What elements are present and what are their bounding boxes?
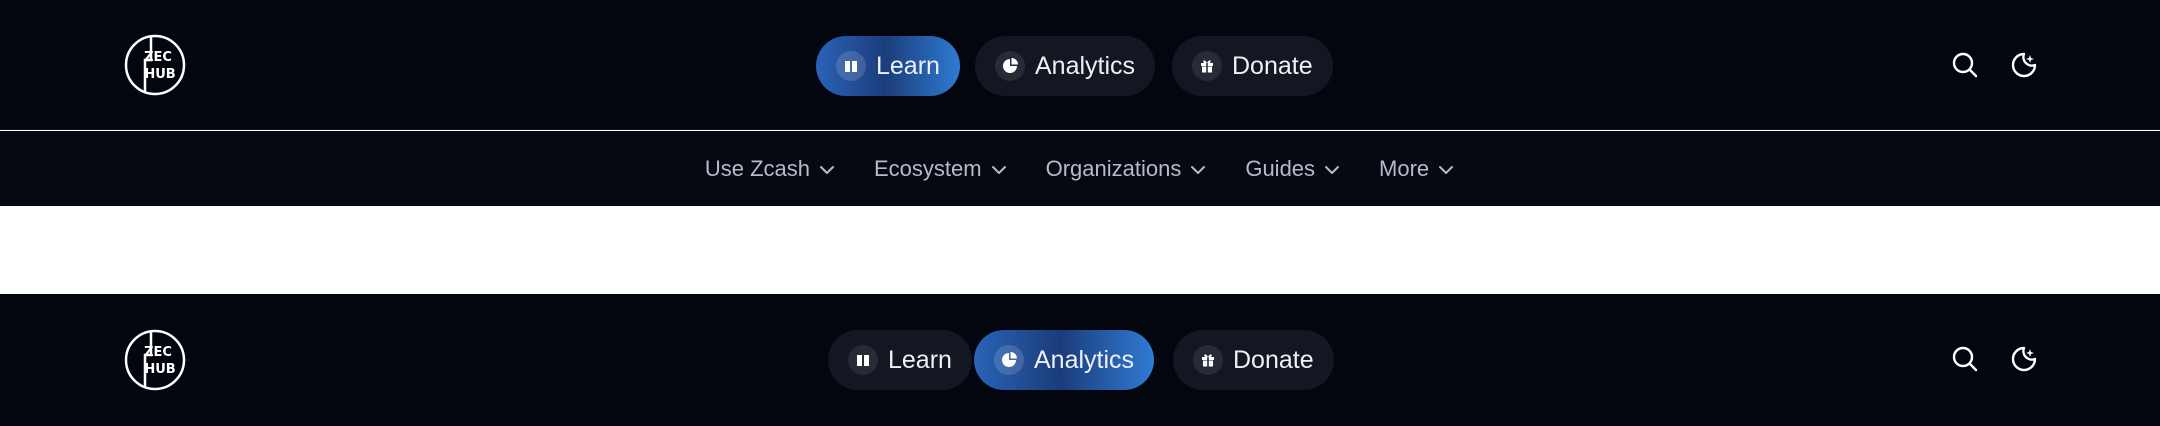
pie-chart-icon bbox=[994, 345, 1024, 375]
sub-nav-item-more[interactable]: More bbox=[1379, 156, 1455, 182]
book-icon bbox=[848, 345, 878, 375]
main-nav: Learn Analytics Donate bbox=[0, 294, 2160, 426]
tab-learn[interactable]: Learn bbox=[828, 330, 972, 390]
search-icon bbox=[1952, 52, 1978, 78]
tab-donate-label: Donate bbox=[1233, 345, 1314, 374]
sub-nav-item-use-zcash[interactable]: Use Zcash bbox=[705, 156, 836, 182]
tab-analytics-label: Analytics bbox=[1034, 345, 1135, 374]
tab-donate-label: Donate bbox=[1232, 51, 1313, 80]
tab-donate[interactable]: Donate bbox=[1173, 330, 1334, 390]
sub-nav: Use Zcash Ecosystem Organizations Guides… bbox=[0, 131, 2160, 206]
moon-icon bbox=[2011, 52, 2037, 78]
chevron-down-icon bbox=[1439, 165, 1454, 174]
header-bar: ZEC HUB Learn Analytics Donate bbox=[0, 0, 2160, 130]
chevron-down-icon bbox=[991, 165, 1006, 174]
gift-icon bbox=[1192, 51, 1222, 81]
chevron-down-icon bbox=[1325, 165, 1340, 174]
theme-toggle-button[interactable] bbox=[2004, 339, 2044, 379]
main-nav: Learn Analytics Donate bbox=[0, 0, 2160, 129]
chevron-down-icon bbox=[1191, 165, 1206, 174]
search-button[interactable] bbox=[1945, 45, 1985, 85]
pie-chart-icon bbox=[995, 51, 1025, 81]
tab-analytics[interactable]: Analytics bbox=[975, 36, 1156, 96]
sub-nav-bar: Use Zcash Ecosystem Organizations Guides… bbox=[0, 131, 2160, 206]
sub-nav-item-label: Guides bbox=[1245, 155, 1316, 181]
header-bar-analytics-state: ZEC HUB Learn Analytics Donate bbox=[0, 294, 2160, 426]
sub-nav-item-ecosystem[interactable]: Ecosystem bbox=[874, 156, 1008, 182]
sub-nav-item-organizations[interactable]: Organizations bbox=[1046, 156, 1208, 182]
tab-learn-label: Learn bbox=[888, 345, 952, 374]
sub-nav-item-label: More bbox=[1379, 155, 1430, 181]
sub-nav-item-label: Use Zcash bbox=[704, 155, 810, 181]
search-button[interactable] bbox=[1945, 339, 1985, 379]
gift-icon bbox=[1193, 345, 1223, 375]
chevron-down-icon bbox=[819, 165, 834, 174]
tab-donate[interactable]: Donate bbox=[1172, 36, 1333, 96]
moon-icon bbox=[2011, 346, 2037, 372]
tab-analytics[interactable]: Analytics bbox=[974, 330, 1155, 390]
sub-nav-item-guides[interactable]: Guides bbox=[1245, 156, 1341, 182]
sub-nav-item-label: Organizations bbox=[1045, 155, 1182, 181]
theme-toggle-button[interactable] bbox=[2004, 45, 2044, 85]
tab-analytics-label: Analytics bbox=[1035, 51, 1136, 80]
book-icon bbox=[836, 51, 866, 81]
sub-nav-item-label: Ecosystem bbox=[873, 155, 982, 181]
search-icon bbox=[1952, 346, 1978, 372]
tab-learn-label: Learn bbox=[876, 51, 940, 80]
tab-learn[interactable]: Learn bbox=[816, 36, 960, 96]
